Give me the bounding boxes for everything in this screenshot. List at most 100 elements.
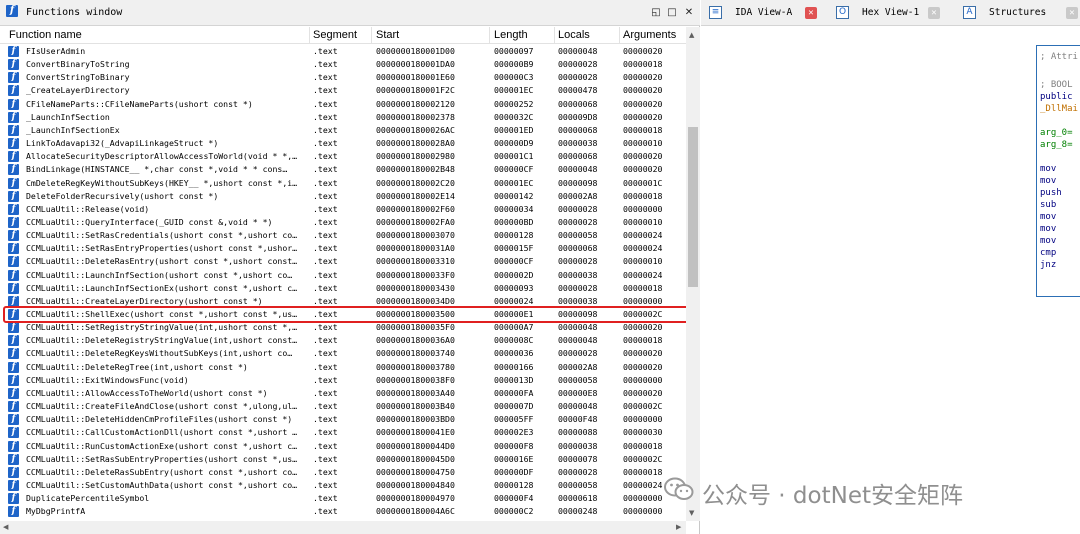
- scroll-right-icon[interactable]: ▶: [676, 523, 681, 531]
- arguments-cell: 00000000: [623, 374, 663, 385]
- functions-table-header: Function name Segment Start Length Local…: [0, 27, 686, 44]
- table-row[interactable]: f CCMLuaUtil::ExitWindowsFunc(void) .text 0…: [0, 374, 686, 387]
- length-cell: 0000015F: [494, 243, 534, 254]
- table-row[interactable]: f CCMLuaUtil::CreateFileAndClose(ushort c…: [0, 400, 686, 413]
- table-row[interactable]: f CCMLuaUtil::AllowAccessToTheWorld(ushor…: [0, 387, 686, 400]
- locals-cell: 00000048: [558, 46, 598, 56]
- column-header-locals[interactable]: Locals: [558, 29, 590, 41]
- function-icon: f: [8, 493, 19, 505]
- length-cell: 000000C2: [494, 506, 534, 517]
- table-row[interactable]: f CCMLuaUtil::Release(void) .text 000000018…: [0, 203, 686, 216]
- segment-cell: .text: [313, 282, 338, 293]
- functions-window-titlebar[interactable]: f Functions window ◱ □ ✕: [0, 0, 700, 26]
- function-name-cell: CCMLuaUtil::Release(void): [26, 203, 150, 214]
- locals-cell: 00000478: [558, 85, 598, 96]
- close-tab-icon[interactable]: ✕: [805, 7, 817, 19]
- structures-icon: A: [963, 6, 976, 19]
- column-header-arguments[interactable]: Arguments: [623, 29, 676, 41]
- scroll-left-icon[interactable]: ◀: [3, 523, 8, 531]
- table-row[interactable]: f CCMLuaUtil::SetRasSubEntryProperties(us…: [0, 453, 686, 466]
- segment-cell: .text: [313, 177, 338, 188]
- table-row[interactable]: f DuplicatePercentileSymbol .text 000000018…: [0, 492, 686, 505]
- function-icon: f: [8, 335, 19, 347]
- table-row[interactable]: f CCMLuaUtil::SetRasEntryProperties(ushor…: [0, 242, 686, 255]
- table-row[interactable]: f BindLinkage(HINSTANCE__ *,char const *,…: [0, 163, 686, 176]
- table-row[interactable]: f CCMLuaUtil::SetRasCredentials(ushort co…: [0, 229, 686, 242]
- vertical-scrollbar[interactable]: ▲ ▼: [686, 27, 700, 521]
- function-name-cell: DeleteFolderRecursively(ushort const *): [26, 190, 219, 201]
- locals-cell: 00000088: [558, 427, 598, 438]
- locals-cell: 00000028: [558, 72, 598, 83]
- restore-icon[interactable]: ◱: [649, 6, 663, 20]
- maximize-icon[interactable]: □: [665, 6, 679, 20]
- table-row[interactable]: f ConvertStringToBinary .text 0000000180001…: [0, 71, 686, 84]
- segment-cell: .text: [313, 427, 338, 438]
- segment-cell: .text: [313, 335, 338, 346]
- start-cell: 00000001800035F0: [376, 322, 455, 333]
- close-tab-icon[interactable]: ✕: [928, 7, 940, 19]
- close-tab-icon[interactable]: ✕: [1066, 7, 1078, 19]
- close-icon[interactable]: ✕: [682, 6, 696, 20]
- table-row[interactable]: f MyDbgPrintfA .text 0000000180004A6C 000000…: [0, 505, 686, 518]
- scroll-up-icon[interactable]: ▲: [689, 31, 694, 39]
- column-header-function-name[interactable]: Function name: [9, 29, 82, 41]
- table-row[interactable]: f CFileNameParts::CFileNameParts(ushort c…: [0, 98, 686, 111]
- table-row[interactable]: f LinkToAdavapi32(_AdvapiLinkageStruct *)…: [0, 137, 686, 150]
- table-row[interactable]: f _LaunchInfSection .text 0000000180002378 0…: [0, 111, 686, 124]
- table-row[interactable]: f CCMLuaUtil::DeleteHiddenCmProfileFiles(…: [0, 413, 686, 426]
- table-row[interactable]: f CCMLuaUtil::SetCustomAuthData(ushort co…: [0, 479, 686, 492]
- locals-cell: 00000028: [558, 203, 598, 214]
- arguments-cell: 00000000: [623, 506, 663, 517]
- wechat-icon: [664, 477, 694, 500]
- column-header-length[interactable]: Length: [494, 29, 528, 41]
- scroll-down-icon[interactable]: ▼: [689, 509, 694, 517]
- column-header-start[interactable]: Start: [376, 29, 399, 41]
- table-row[interactable]: f CCMLuaUtil::QueryInterface(_GUID const …: [0, 216, 686, 229]
- locals-cell: 00000048: [558, 335, 598, 346]
- table-row[interactable]: f ConvertBinaryToString .text 0000000180001…: [0, 58, 686, 71]
- table-row[interactable]: f CCMLuaUtil::DeleteRegistryStringValue(i…: [0, 334, 686, 347]
- start-cell: 0000000180002120: [376, 98, 455, 109]
- function-name-cell: MyDbgPrintfA: [26, 506, 86, 517]
- table-row[interactable]: f CCMLuaUtil::DeleteRegTree(int,ushort co…: [0, 361, 686, 374]
- table-row[interactable]: f AllocateSecurityDescriptorAllowAccessTo…: [0, 150, 686, 163]
- arguments-cell: 00000010: [623, 138, 663, 149]
- table-row[interactable]: f FIsUserAdmin .text 0000000180001D00 000000…: [0, 45, 686, 58]
- tab-ida-view-a[interactable]: ≡ IDA View-A ✕: [709, 4, 819, 22]
- table-row[interactable]: f CCMLuaUtil::LaunchInfSectionEx(ushort c…: [0, 282, 686, 295]
- function-icon: f: [8, 427, 19, 439]
- table-row[interactable]: f CCMLuaUtil::DeleteRegKeysWithoutSubKeys…: [0, 347, 686, 360]
- start-cell: 0000000180002FA0: [376, 216, 455, 227]
- table-row[interactable]: f CCMLuaUtil::DeleteRasSubEntry(ushort co…: [0, 466, 686, 479]
- disassembly-graph-node[interactable]: ; Attri; BOOL public _DllMai arg_0= arg_8= …: [1036, 45, 1080, 297]
- table-row[interactable]: f CmDeleteRegKeyWithoutSubKeys(HKEY__ *,u…: [0, 177, 686, 190]
- length-cell: 000005FF: [494, 414, 534, 425]
- segment-cell: .text: [313, 138, 338, 149]
- ida-view-pane[interactable]: ; Attri; BOOL public _DllMai arg_0= arg_8= …: [701, 27, 1080, 534]
- start-cell: 00000001800026AC: [376, 124, 455, 135]
- watermark-text: 公众号 · dotNet安全矩阵: [702, 483, 963, 509]
- table-row[interactable]: f CCMLuaUtil::CallCustomActionDll(ushort …: [0, 426, 686, 439]
- function-icon: f: [8, 190, 19, 202]
- tab-structures[interactable]: A Structures ✕: [963, 4, 1080, 22]
- length-cell: 0000008C: [494, 335, 534, 346]
- start-cell: 00000001800036A0: [376, 335, 455, 346]
- scrollbar-thumb[interactable]: [688, 127, 698, 287]
- function-name-cell: CCMLuaUtil::DeleteRasSubEntry(ushort con…: [26, 466, 298, 477]
- table-row[interactable]: f _CreateLayerDirectory .text 0000000180001…: [0, 84, 686, 97]
- column-header-segment[interactable]: Segment: [313, 29, 357, 41]
- table-row[interactable]: f CCMLuaUtil::SetRegistryStringValue(int,…: [0, 321, 686, 334]
- segment-cell: .text: [313, 164, 338, 175]
- table-row[interactable]: f _LaunchInfSectionEx .text 00000001800026A…: [0, 124, 686, 137]
- segment-cell: .text: [313, 59, 338, 70]
- table-row[interactable]: f DeleteFolderRecursively(ushort const *)…: [0, 190, 686, 203]
- table-row[interactable]: f CCMLuaUtil::LaunchInfSection(ushort con…: [0, 269, 686, 282]
- start-cell: 0000000180004750: [376, 466, 455, 477]
- table-row[interactable]: f CCMLuaUtil::RunCustomActionExe(ushort c…: [0, 440, 686, 453]
- table-row[interactable]: f CCMLuaUtil::DeleteRasEntry(ushort const…: [0, 255, 686, 268]
- horizontal-scrollbar[interactable]: ◀ ▶: [0, 521, 686, 534]
- tab-hex-view-1[interactable]: O Hex View-1 ✕: [836, 4, 946, 22]
- locals-cell: 00000058: [558, 374, 598, 385]
- function-name-cell: CCMLuaUtil::DeleteRegistryStringValue(in…: [26, 335, 298, 346]
- functions-table-body: f FIsUserAdmin .text 0000000180001D00 000000…: [0, 45, 686, 521]
